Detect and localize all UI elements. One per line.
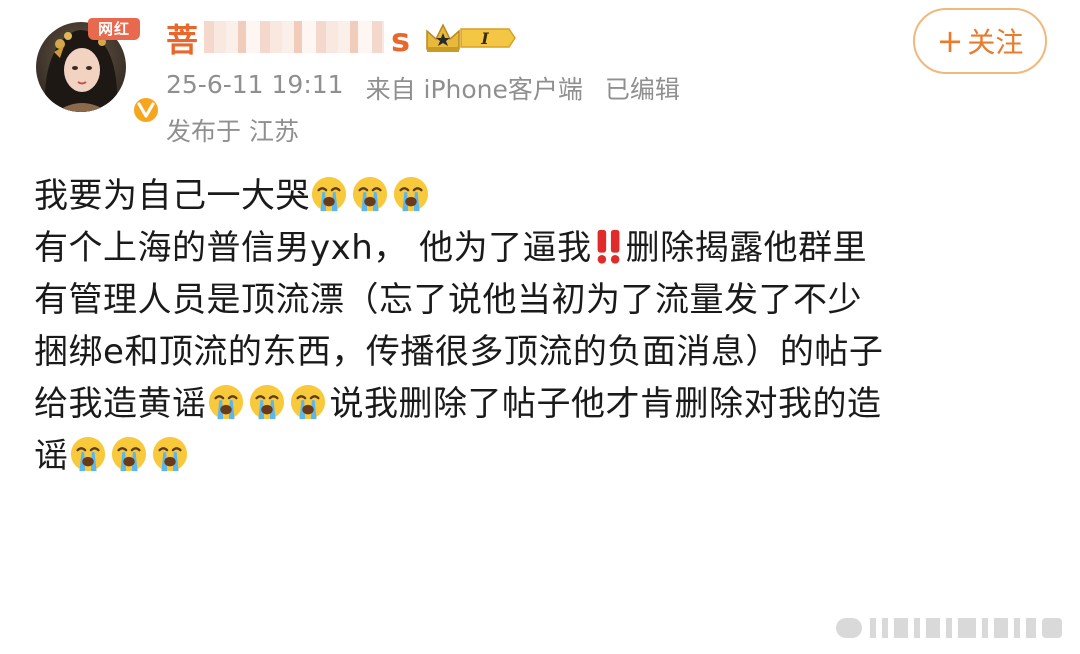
- edited-label[interactable]: 已编辑: [605, 70, 680, 106]
- loudly-crying-face-icon: [249, 384, 284, 420]
- content-line-4: 捆绑e和顶流的东西，传播很多顶流的负面消息）的帖子: [34, 332, 884, 372]
- post-source: 来自 iPhone客户端: [365, 75, 583, 104]
- content-text-6: 谣: [34, 436, 69, 476]
- username-last-char: s: [391, 21, 412, 59]
- author-name-row: 菩s I: [166, 16, 519, 60]
- post-meta: 25-6-11 19:11 来自 iPhone客户端 已编辑: [166, 70, 680, 106]
- loudly-crying-face-icon: [311, 176, 347, 212]
- weibo-post: 网红 菩s I + 关注 25-6-11 19:11 来自 iPhone客户端 …: [0, 0, 1080, 654]
- content-text-2b: 删除揭露他群里: [625, 228, 868, 268]
- plus-icon: +: [936, 22, 964, 60]
- post-timestamp[interactable]: 25-6-11 19:11: [166, 70, 344, 106]
- verified-v-icon: [132, 96, 160, 124]
- loudly-crying-face-icon: [70, 436, 105, 472]
- watermark-image: [836, 612, 1066, 642]
- username-mosaic: [204, 21, 384, 53]
- loudly-crying-face-icon: [208, 384, 243, 420]
- content-line-6: 谣: [34, 430, 1054, 482]
- content-text-5a: 给我造黄谣: [34, 384, 207, 424]
- content-text-1: 我要为自己一大哭: [34, 176, 310, 216]
- content-line-5: 给我造黄谣 说我删除了帖子他才肯删除对我的造: [34, 378, 1054, 430]
- double-exclamation-icon: [597, 229, 620, 264]
- loudly-crying-face-icon: [152, 436, 187, 472]
- post-header: 网红 菩s I + 关注 25-6-11 19:11 来自 iPhone客户端 …: [0, 0, 1080, 150]
- crown-icon[interactable]: I: [423, 21, 519, 55]
- post-content: 我要为自己一大哭 有个上海的普信男yxh， 他为了逼我 删除揭露他群里 有管理人员…: [34, 170, 1054, 482]
- level-text: I: [480, 29, 489, 48]
- loudly-crying-face-icon: [111, 436, 146, 472]
- author-username[interactable]: 菩s: [166, 15, 411, 61]
- loudly-crying-face-icon: [393, 176, 429, 212]
- follow-button-label: 关注: [967, 26, 1024, 59]
- content-text-5b: 说我删除了帖子他才肯删除对我的造: [329, 384, 882, 424]
- content-line-1: 我要为自己一大哭: [34, 170, 1054, 222]
- loudly-crying-face-icon: [352, 176, 388, 212]
- follow-button[interactable]: + 关注: [913, 8, 1047, 74]
- post-location: 发布于 江苏: [166, 117, 299, 146]
- content-line-3: 有管理人员是顶流漂（忘了说他当初为了流量发了不少: [34, 280, 862, 320]
- content-text-2a: 有个上海的普信男yxh， 他为了逼我: [34, 228, 592, 268]
- avatar-container[interactable]: 网红: [36, 18, 160, 124]
- influencer-tag: 网红: [88, 18, 140, 40]
- loudly-crying-face-icon: [290, 384, 325, 420]
- content-line-2: 有个上海的普信男yxh， 他为了逼我 删除揭露他群里: [34, 222, 1054, 274]
- username-first-char: 菩: [166, 21, 200, 59]
